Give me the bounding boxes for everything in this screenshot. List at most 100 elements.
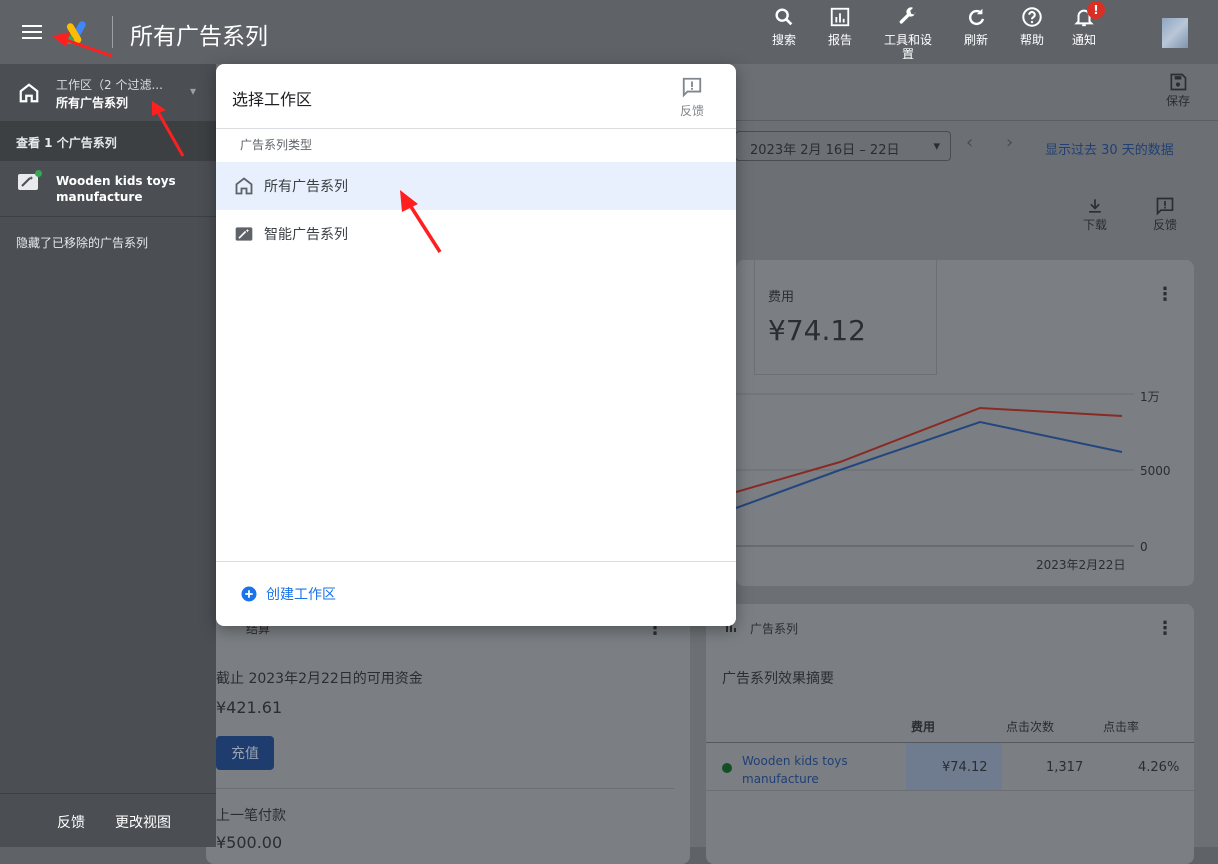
reports-label: 报告 [827, 33, 852, 47]
column-header-clicks[interactable]: 点击次数 [1006, 718, 1054, 735]
next-period-button[interactable]: › [1006, 132, 1013, 153]
google-ads-logo [66, 21, 86, 44]
bar-chart-icon [830, 7, 850, 27]
home-icon [19, 83, 39, 103]
prev-period-button[interactable]: ‹ [966, 132, 973, 153]
nav-heading: 查看 1 个广告系列 [0, 122, 216, 161]
workspace-option-label: 智能广告系列 [264, 227, 348, 243]
home-icon [235, 177, 253, 195]
column-header-ctr[interactable]: 点击率 [1103, 718, 1139, 735]
nav-feedback-button[interactable]: 反馈 [57, 812, 85, 832]
create-workspace-label: 创建工作区 [266, 587, 336, 603]
feedback-button[interactable]: 反馈 [1150, 196, 1180, 233]
billing-card: 结算 ⋮ 截止 2023年2月22日的可用资金 ¥421.61 充值 上一笔付款… [206, 604, 690, 864]
summary-title: 广告系列效果摘要 [722, 671, 834, 687]
section-label: 广告系列类型 [240, 138, 313, 152]
topup-button[interactable]: 充值 [216, 736, 274, 770]
divider [216, 788, 674, 789]
show-last-30-days-link[interactable]: 显示过去 30 天的数据 [1045, 139, 1174, 158]
page-title: 所有广告系列 [130, 24, 268, 50]
ctr-cell: 4.26% [1138, 760, 1180, 775]
funds-label: 截止 2023年2月22日的可用资金 [216, 671, 423, 687]
download-label: 下载 [1082, 218, 1107, 232]
title-divider [112, 16, 113, 48]
divider [706, 742, 1194, 743]
performance-card: 费用 ¥74.12 ⋮ 1万 5000 0 2023年2月22日 [736, 260, 1194, 586]
chevron-down-icon: ▾ [933, 139, 940, 154]
metric-value: ¥74.12 [768, 314, 866, 347]
tools-settings-button[interactable]: 工具和设置 [879, 6, 937, 61]
last-payment-value: ¥500.00 [216, 833, 283, 852]
column-header-cost[interactable]: 费用 [911, 718, 935, 735]
workspace-option-label: 所有广告系列 [264, 179, 348, 195]
top-app-bar: 所有广告系列 搜索 报告 工具和设置 刷新 帮助 通知 ! [0, 0, 1218, 64]
date-range-text: 2023年 2月 16日 – 22日 [750, 143, 900, 158]
refresh-label: 刷新 [963, 33, 988, 47]
save-label: 保存 [1165, 94, 1190, 108]
more-vert-icon[interactable]: ⋮ [1156, 284, 1174, 305]
date-range-select[interactable]: 2023年 2月 16日 – 22日 ▾ [735, 131, 951, 161]
series-red-line [736, 406, 1123, 493]
nav-footer: 反馈 更改视图 [0, 793, 216, 847]
x-tick-label: 2023年2月22日 [1036, 558, 1126, 572]
download-icon [1089, 199, 1101, 213]
status-dot [35, 170, 42, 177]
performance-line-chart [736, 393, 1134, 547]
workspace-selector[interactable]: 工作区（2 个过滤... 所有广告系列 ▾ [0, 64, 216, 122]
status-dot [722, 763, 732, 773]
workspace-value: 所有广告系列 [56, 96, 129, 110]
tools-settings-label: 工具和设置 [883, 33, 932, 61]
left-nav: 工作区（2 个过滤... 所有广告系列 ▾ 查看 1 个广告系列 Wooden … [0, 64, 216, 847]
hidden-campaigns-note: 隐藏了已移除的广告系列 [16, 236, 149, 250]
menu-icon[interactable] [14, 16, 50, 48]
metric-label: 费用 [768, 290, 795, 305]
nav-campaign-label: Wooden kids toys manufacture [56, 174, 176, 204]
workspace-label: 工作区（2 个过滤... [56, 78, 163, 92]
feedback-label: 反馈 [1152, 218, 1177, 232]
campaign-summary-card: 广告系列 ⋮ 广告系列效果摘要 费用 点击次数 点击率 Wooden kids … [706, 604, 1194, 864]
divider [216, 128, 736, 129]
last-payment-label: 上一笔付款 [216, 808, 286, 824]
workspace-option-smart-campaigns[interactable]: 智能广告系列 [216, 210, 736, 258]
funds-value: ¥421.61 [216, 698, 283, 717]
help-label: 帮助 [1019, 33, 1044, 47]
nav-campaign-item[interactable]: Wooden kids toys manufacture [0, 161, 216, 217]
campaign-link[interactable]: Wooden kids toys manufacture [742, 752, 882, 788]
campaign-card-title: 广告系列 [750, 622, 799, 636]
divider [216, 561, 736, 562]
series-blue-line [736, 420, 1123, 509]
search-button[interactable]: 搜索 [755, 6, 813, 47]
dialog-feedback-label: 反馈 [679, 104, 704, 118]
add-circle-icon [241, 586, 257, 602]
cost-cell: ¥74.12 [942, 760, 988, 775]
feedback-icon [682, 77, 702, 98]
feedback-icon [1156, 197, 1174, 216]
dialog-title: 选择工作区 [232, 90, 313, 109]
clicks-cell: 1,317 [1046, 760, 1084, 775]
wrench-icon [899, 7, 916, 24]
y-tick-label: 1万 [1140, 390, 1160, 404]
notification-badge: ! [1087, 1, 1105, 19]
refresh-icon [969, 8, 985, 26]
divider [754, 260, 755, 374]
reports-button[interactable]: 报告 [811, 6, 869, 47]
workspace-option-all-campaigns[interactable]: 所有广告系列 [216, 162, 736, 210]
download-button[interactable]: 下载 [1080, 196, 1110, 233]
change-view-button[interactable]: 更改视图 [115, 812, 171, 832]
search-icon [775, 8, 793, 26]
create-workspace-button[interactable]: 创建工作区 [240, 584, 336, 604]
smart-campaign-icon [18, 174, 38, 190]
divider [706, 790, 1194, 791]
chevron-down-icon: ▾ [190, 84, 197, 98]
divider [754, 374, 937, 375]
save-button[interactable]: 保存 [1160, 72, 1196, 109]
magic-wand-icon [235, 227, 253, 241]
divider [936, 260, 937, 374]
help-button[interactable]: 帮助 [1003, 6, 1061, 47]
more-vert-icon[interactable]: ⋮ [1156, 618, 1174, 639]
help-icon [1022, 7, 1042, 27]
y-tick-label: 5000 [1140, 464, 1171, 478]
refresh-button[interactable]: 刷新 [947, 6, 1005, 47]
avatar[interactable] [1162, 18, 1188, 48]
dialog-feedback-button[interactable]: 反馈 [672, 76, 712, 119]
